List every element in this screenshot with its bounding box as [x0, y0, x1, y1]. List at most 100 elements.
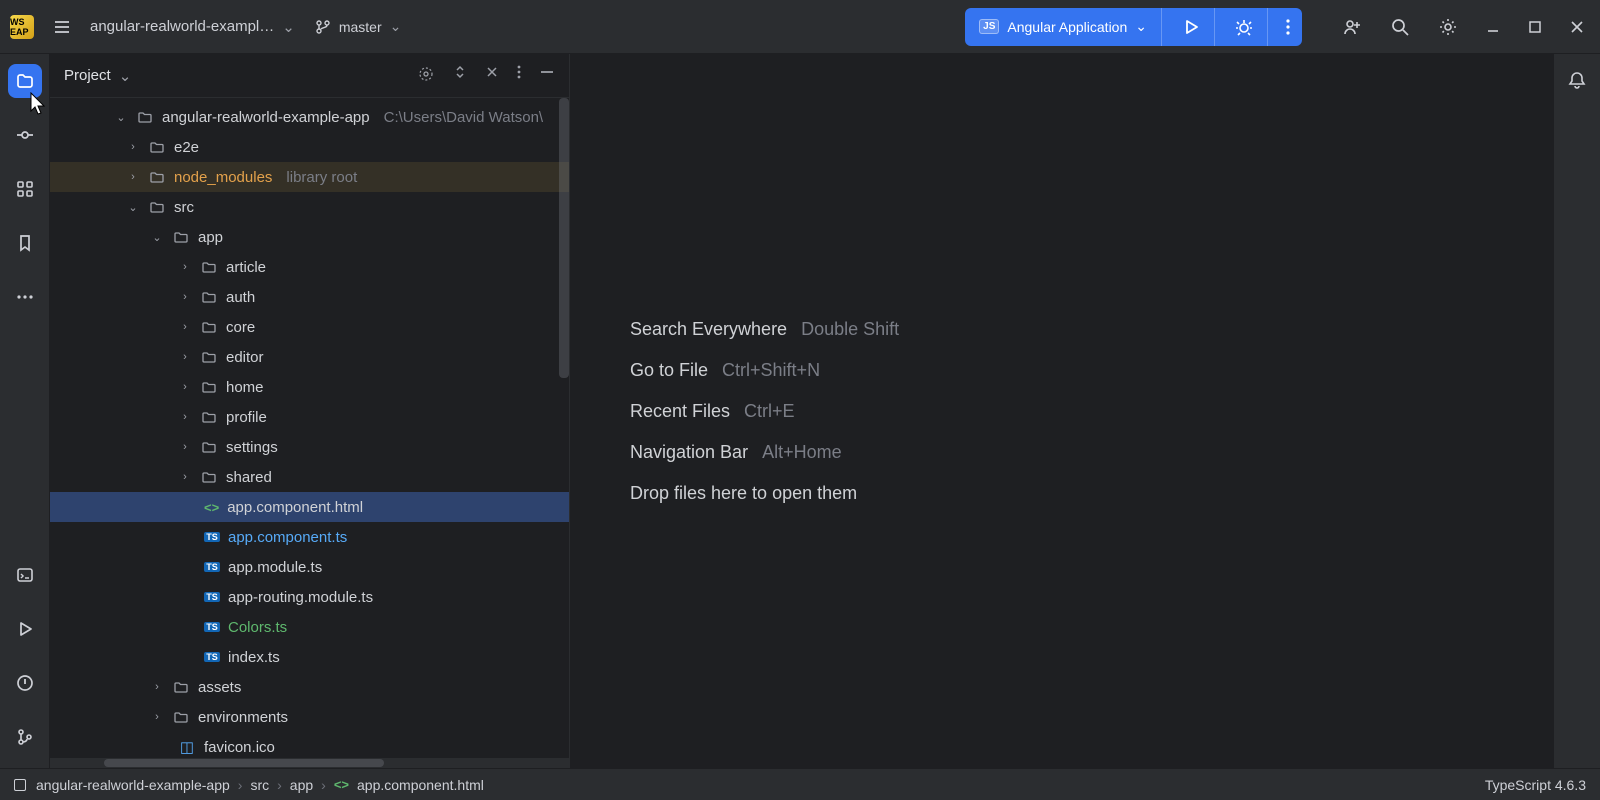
ts-file-icon: TS: [204, 592, 220, 602]
html-file-icon: <>: [204, 500, 219, 515]
ts-file-icon: TS: [204, 532, 220, 542]
tree-label: Colors.ts: [228, 619, 287, 636]
chevron-right-icon: ›: [321, 777, 326, 793]
main-menu-button[interactable]: [44, 17, 80, 37]
close-icon[interactable]: [1570, 20, 1584, 34]
app-logo: WS EAP: [10, 15, 34, 39]
tree-folder-core[interactable]: ›core: [50, 312, 569, 342]
tree-folder-settings[interactable]: ›settings: [50, 432, 569, 462]
run-tool-button[interactable]: [8, 612, 42, 646]
chevron-right-icon: ›: [178, 321, 192, 333]
chevron-right-icon: ›: [150, 681, 164, 693]
crumb-item[interactable]: app.component.html: [357, 777, 484, 793]
tree-note: library root: [286, 169, 357, 186]
tree-label: app-routing.module.ts: [228, 589, 373, 606]
tree-file-app-component-html[interactable]: <> app.component.html: [50, 492, 569, 522]
horizontal-scrollbar[interactable]: [50, 758, 569, 768]
folder-icon: [172, 709, 190, 725]
code-with-me-icon[interactable]: [1342, 17, 1362, 37]
project-tool-button[interactable]: [8, 64, 42, 98]
hint-label: Go to File: [630, 360, 708, 381]
editor-hint: Recent Files Ctrl+E: [630, 401, 899, 422]
tree-file-app-component-ts[interactable]: TS app.component.ts: [50, 522, 569, 552]
project-panel-title: Project: [64, 67, 111, 84]
crumb-item[interactable]: angular-realworld-example-app: [36, 777, 230, 793]
tree-folder-auth[interactable]: ›auth: [50, 282, 569, 312]
tree-folder-app[interactable]: ⌄ app: [50, 222, 569, 252]
chevron-right-icon: ›: [178, 411, 192, 423]
settings-icon[interactable]: [1438, 17, 1458, 37]
breadcrumb[interactable]: angular-realworld-example-app › src › ap…: [36, 777, 484, 793]
crumb-item[interactable]: app: [290, 777, 313, 793]
typescript-version[interactable]: TypeScript 4.6.3: [1485, 777, 1586, 793]
tree-file-colors-ts[interactable]: TS Colors.ts: [50, 612, 569, 642]
tree-folder-environments[interactable]: › environments: [50, 702, 569, 732]
debug-button[interactable]: [1221, 8, 1268, 46]
tree-label: settings: [226, 439, 278, 456]
tree-folder-editor[interactable]: ›editor: [50, 342, 569, 372]
run-config-dropdown[interactable]: JS Angular Application ⌄: [965, 8, 1162, 46]
project-view-dropdown[interactable]: Project ⌄: [64, 67, 131, 85]
tree-folder-home[interactable]: ›home: [50, 372, 569, 402]
terminal-tool-button[interactable]: [8, 558, 42, 592]
notifications-icon[interactable]: [1567, 70, 1587, 768]
tree-folder-article[interactable]: ›article: [50, 252, 569, 282]
ts-file-icon: TS: [204, 562, 220, 572]
run-more-button[interactable]: [1274, 8, 1302, 46]
chevron-right-icon: ›: [178, 471, 192, 483]
project-tree[interactable]: ⌄ angular-realworld-example-app C:\Users…: [50, 98, 569, 758]
hint-label: Recent Files: [630, 401, 730, 422]
project-name-dropdown[interactable]: angular-realworld-exampl… ⌄: [90, 18, 295, 36]
tree-label: environments: [198, 709, 288, 726]
tool-window-toggle-icon[interactable]: [14, 779, 26, 791]
collapse-all-icon[interactable]: [485, 65, 499, 86]
panel-options-icon[interactable]: [517, 65, 521, 86]
folder-icon: [148, 139, 166, 155]
chevron-down-icon: ⌄: [119, 67, 132, 85]
branch-icon: [315, 19, 331, 35]
folder-icon: [200, 349, 218, 365]
tree-label: src: [174, 199, 194, 216]
minimize-icon[interactable]: [1486, 20, 1500, 34]
tree-folder-assets[interactable]: › assets: [50, 672, 569, 702]
folder-icon: [200, 289, 218, 305]
editor-empty-state: Search EverywhereDouble ShiftGo to FileC…: [570, 54, 1554, 768]
editor-hint: Search EverywhereDouble Shift: [630, 319, 899, 340]
vertical-scrollbar[interactable]: [559, 98, 569, 378]
run-button[interactable]: [1168, 8, 1215, 46]
tree-file-app-routing-module-ts[interactable]: TS app-routing.module.ts: [50, 582, 569, 612]
bookmarks-tool-button[interactable]: [8, 226, 42, 260]
more-tools-button[interactable]: [8, 280, 42, 314]
tree-folder-e2e[interactable]: › e2e: [50, 132, 569, 162]
folder-icon: [200, 319, 218, 335]
maximize-icon[interactable]: [1528, 20, 1542, 34]
tree-folder-node-modules[interactable]: › node_modules library root: [50, 162, 569, 192]
problems-tool-button[interactable]: [8, 666, 42, 700]
tree-file-index-ts[interactable]: TS index.ts: [50, 642, 569, 672]
tree-file-app-module-ts[interactable]: TS app.module.ts: [50, 552, 569, 582]
tree-folder-profile[interactable]: ›profile: [50, 402, 569, 432]
crumb-item[interactable]: src: [250, 777, 269, 793]
hide-panel-icon[interactable]: [539, 65, 555, 86]
tree-root[interactable]: ⌄ angular-realworld-example-app C:\Users…: [50, 102, 569, 132]
search-icon[interactable]: [1390, 17, 1410, 37]
folder-icon: [200, 379, 218, 395]
editor-hint: Navigation BarAlt+Home: [630, 442, 899, 463]
vcs-tool-button[interactable]: [8, 720, 42, 754]
structure-tool-button[interactable]: [8, 172, 42, 206]
tree-file-favicon[interactable]: ◫ favicon.ico: [50, 732, 569, 758]
tree-folder-shared[interactable]: ›shared: [50, 462, 569, 492]
commit-tool-button[interactable]: [8, 118, 42, 152]
select-opened-file-icon[interactable]: [417, 65, 435, 86]
expand-all-icon[interactable]: [453, 65, 467, 86]
hint-label: Drop files here to open them: [630, 483, 857, 504]
editor-hint: Go to FileCtrl+Shift+N: [630, 360, 899, 381]
tree-path: C:\Users\David Watson\: [384, 109, 544, 126]
js-icon: JS: [979, 19, 999, 34]
chevron-right-icon: ›: [178, 381, 192, 393]
hint-shortcut: Ctrl+E: [744, 401, 795, 422]
tree-folder-src[interactable]: ⌄ src: [50, 192, 569, 222]
branch-label: master: [339, 19, 382, 35]
git-branch-dropdown[interactable]: master ⌄: [315, 18, 402, 35]
tree-label: auth: [226, 289, 255, 306]
